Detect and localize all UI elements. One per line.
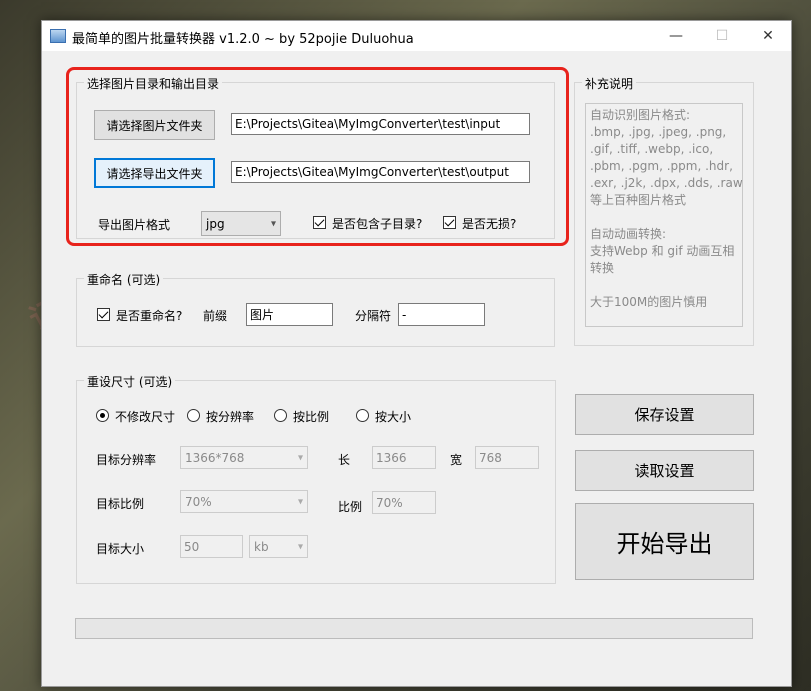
radio-by-ratio[interactable] — [274, 409, 287, 422]
output-path-field[interactable]: E:\Projects\Gitea\MyImgConverter\test\ou… — [231, 161, 530, 183]
app-icon — [50, 29, 66, 43]
window-title: 最简单的图片批量转换器 v1.2.0 ~ by 52pojie Duluohua — [72, 32, 414, 47]
format-select[interactable]: jpg ▾ — [201, 211, 281, 236]
include-subdirs-label: 是否包含子目录? — [332, 217, 423, 231]
save-settings-button[interactable]: 保存设置 — [575, 394, 754, 435]
notes-line: .exr, .j2k, .dpx, .dds, .raw — [590, 176, 743, 190]
lossless-checkbox[interactable] — [443, 216, 456, 229]
format-label: 导出图片格式 — [98, 218, 171, 232]
input-path-field[interactable]: E:\Projects\Gitea\MyImgConverter\test\in… — [231, 113, 530, 135]
prefix-input[interactable]: 图片 — [246, 303, 333, 326]
size-input[interactable]: 50 — [180, 535, 243, 558]
maximize-button: ☐ — [699, 21, 745, 51]
width-input[interactable]: 768 — [475, 446, 539, 469]
notes-line — [590, 209, 738, 226]
notes-line: 自动动画转换: — [590, 227, 667, 241]
resolution-select[interactable]: 1366*768 ▾ — [180, 446, 308, 469]
lossless-label: 是否无损? — [462, 217, 517, 231]
choose-output-folder-button[interactable]: 请选择导出文件夹 — [94, 158, 215, 188]
width-label: 宽 — [450, 453, 463, 467]
rename-legend: 重命名 (可选) — [84, 271, 164, 288]
rename-label: 是否重命名? — [116, 309, 183, 323]
format-value: jpg — [206, 216, 225, 231]
radio-no-resize-label: 不修改尺寸 — [115, 410, 176, 424]
resolution-value: 1366*768 — [185, 450, 245, 465]
separator-input[interactable]: - — [398, 303, 485, 326]
notes-line: 大于100M的图片慎用 — [590, 295, 708, 309]
notes-legend: 补充说明 — [582, 75, 637, 92]
notes-line: 自动识别图片格式: — [590, 108, 691, 122]
length-input[interactable]: 1366 — [372, 446, 436, 469]
resolution-label: 目标分辨率 — [96, 453, 157, 467]
select-dirs-legend: 选择图片目录和输出目录 — [84, 75, 223, 92]
close-button[interactable]: ✕ — [745, 21, 791, 51]
rename-checkbox[interactable] — [97, 308, 110, 321]
close-icon: ✕ — [762, 28, 774, 44]
include-subdirs-checkbox[interactable] — [313, 216, 326, 229]
prefix-label: 前缀 — [203, 309, 228, 323]
chevron-down-icon: ▾ — [270, 218, 276, 229]
separator-label: 分隔符 — [355, 309, 392, 323]
chevron-down-icon: ▾ — [297, 496, 303, 507]
ratio-field-label: 比例 — [338, 500, 363, 514]
size-label: 目标大小 — [96, 542, 145, 556]
maximize-icon: ☐ — [715, 28, 729, 44]
notes-line: .gif, .tiff, .webp, .ico, — [590, 142, 714, 156]
notes-line: 转换 — [590, 261, 615, 275]
radio-no-resize[interactable] — [96, 409, 109, 422]
radio-by-size[interactable] — [356, 409, 369, 422]
ratio-input[interactable]: 70% — [372, 491, 436, 514]
length-label: 长 — [338, 453, 351, 467]
ratio-label: 目标比例 — [96, 497, 145, 511]
radio-by-ratio-label: 按比例 — [293, 410, 330, 424]
title-bar: 最简单的图片批量转换器 v1.2.0 ~ by 52pojie Duluohua… — [42, 21, 791, 51]
notes-line: .pbm, .pgm, .ppm, .hdr, — [590, 159, 733, 173]
start-export-button[interactable]: 开始导出 — [575, 503, 754, 580]
chevron-down-icon: ▾ — [297, 452, 303, 463]
radio-by-resolution-label: 按分辨率 — [206, 410, 255, 424]
radio-by-resolution[interactable] — [187, 409, 200, 422]
ratio-value: 70% — [185, 494, 212, 509]
size-unit-value: kb — [254, 539, 269, 554]
progress-bar — [75, 618, 753, 639]
ratio-select[interactable]: 70% ▾ — [180, 490, 308, 513]
notes-textbox: 自动识别图片格式: .bmp, .jpg, .jpeg, .png, .gif,… — [585, 103, 743, 327]
minimize-button[interactable]: — — [653, 21, 699, 51]
notes-line — [590, 277, 738, 294]
resize-legend: 重设尺寸 (可选) — [84, 373, 176, 390]
choose-input-folder-button[interactable]: 请选择图片文件夹 — [94, 110, 215, 140]
minimize-icon: — — [669, 28, 683, 44]
notes-line: 等上百种图片格式 — [590, 193, 687, 207]
radio-by-size-label: 按大小 — [375, 410, 412, 424]
notes-line: .bmp, .jpg, .jpeg, .png, — [590, 125, 727, 139]
notes-line: 支持Webp 和 gif 动画互相 — [590, 244, 735, 258]
load-settings-button[interactable]: 读取设置 — [575, 450, 754, 491]
size-unit-select[interactable]: kb ▾ — [249, 535, 308, 558]
chevron-down-icon: ▾ — [297, 541, 303, 552]
